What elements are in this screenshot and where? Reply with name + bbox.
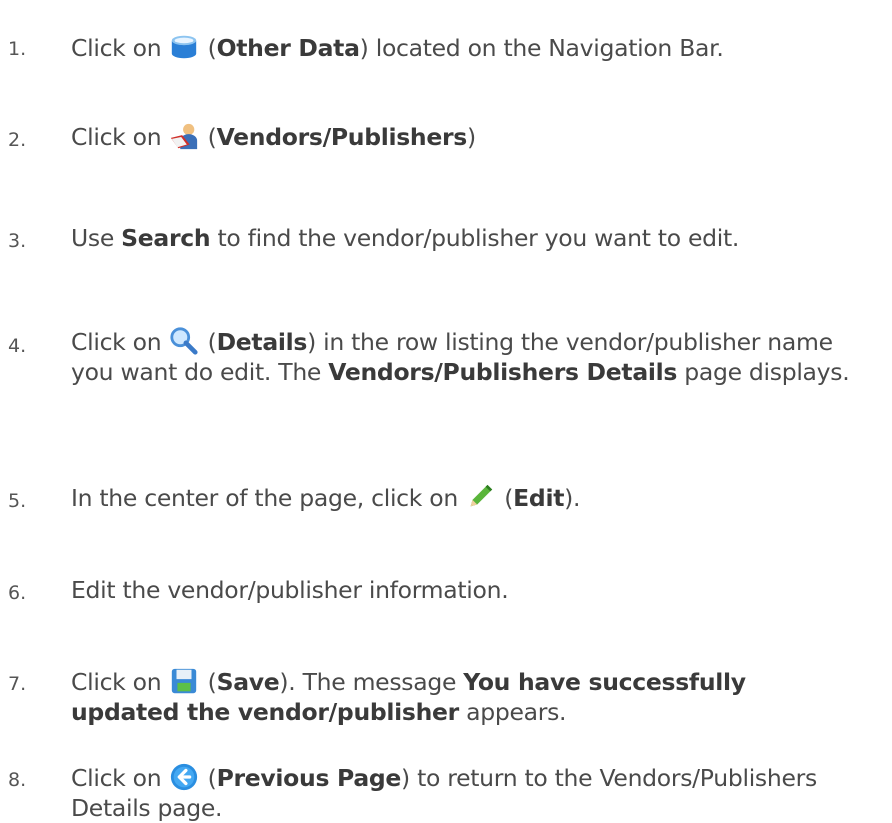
step-text: Click on (Other Data) located on the Nav… (71, 34, 724, 62)
step-number: 2. (8, 129, 27, 151)
step-number: 5. (8, 490, 27, 512)
other-data-icon (171, 35, 196, 59)
step-number: 8. (8, 769, 27, 791)
previous-page-icon (170, 763, 197, 791)
step-number: 1. (8, 38, 27, 60)
step-text: Use Search to find the vendor/publisher … (71, 224, 740, 252)
step-number: 6. (8, 582, 27, 604)
save-disk-icon (171, 668, 196, 694)
step-text: Click on (Vendors/Publishers) (71, 123, 476, 151)
step-number: 4. (8, 335, 27, 357)
step-text: Click on (Details) in the row listing th… (71, 327, 850, 386)
details-magnifier-icon (169, 327, 198, 355)
edit-pencil-icon (470, 484, 493, 507)
step-text: In the center of the page, click on (Edi… (71, 484, 581, 512)
step-number: 7. (8, 673, 27, 695)
step-number: 3. (8, 230, 27, 252)
step-text: Click on (Previous Page) to return to th… (71, 763, 817, 822)
vendors-publishers-icon (170, 123, 197, 150)
step-text: Click on (Save). The message You have su… (71, 668, 746, 726)
step-text: Edit the vendor/publisher information. (71, 576, 509, 604)
